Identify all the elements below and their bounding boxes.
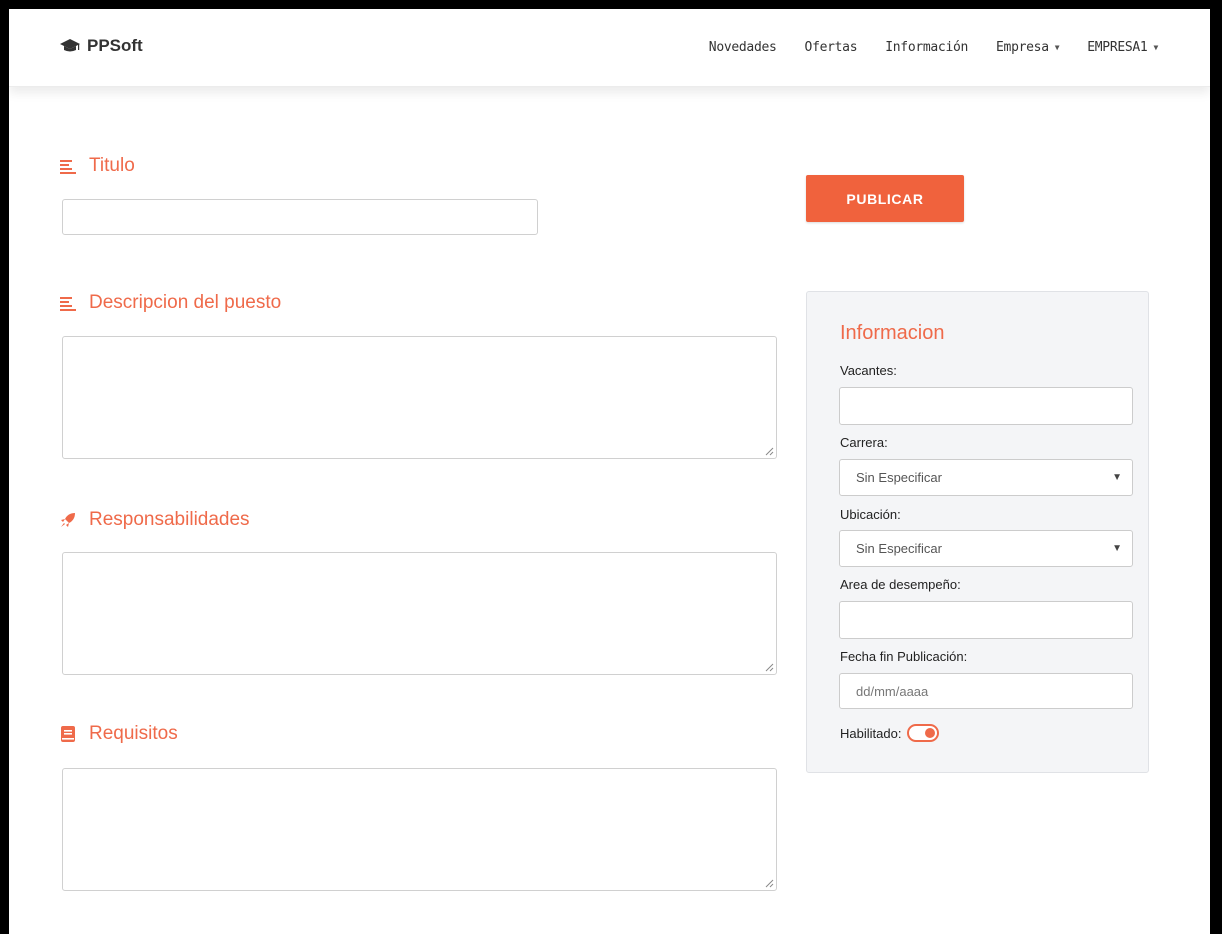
- fecha-placeholder: dd/mm/aaaa: [856, 683, 929, 699]
- align-left-icon: [60, 160, 76, 174]
- ubicacion-selected: Sin Especificar: [856, 541, 942, 556]
- caret-down-icon: ▼: [1153, 43, 1158, 52]
- publicar-button[interactable]: PUBLICAR: [806, 175, 964, 222]
- info-panel: Informacion Vacantes: Carrera: Sin Espec…: [806, 291, 1149, 773]
- descripcion-heading: Descripcion del puesto: [59, 292, 281, 314]
- titulo-input[interactable]: [62, 199, 538, 235]
- vacantes-label: Vacantes:: [840, 363, 897, 378]
- ubicacion-label: Ubicación:: [840, 507, 901, 522]
- nav-empresa-label: Empresa: [996, 40, 1049, 55]
- ubicacion-select[interactable]: Sin Especificar ▼: [839, 530, 1133, 567]
- habilitado-row: Habilitado:: [840, 724, 940, 742]
- descripcion-label: Descripcion del puesto: [89, 292, 282, 313]
- nav-links: Novedades Ofertas Información Empresa ▼ …: [681, 40, 1158, 55]
- dropdown-arrow-icon: ▼: [1112, 543, 1122, 554]
- navbar: PPSoft Novedades Ofertas Información Emp…: [9, 9, 1210, 87]
- nav-informacion[interactable]: Información: [885, 40, 968, 55]
- page-frame: PPSoft Novedades Ofertas Información Emp…: [9, 9, 1210, 934]
- brand[interactable]: PPSoft: [59, 36, 143, 56]
- brand-name: PPSoft: [87, 36, 143, 55]
- carrera-select[interactable]: Sin Especificar ▼: [839, 459, 1133, 496]
- graduation-cap-icon: [60, 39, 80, 52]
- requisitos-heading: Requisitos: [59, 723, 178, 745]
- book-icon: [61, 726, 75, 742]
- area-label: Area de desempeño:: [840, 577, 961, 592]
- dropdown-arrow-icon: ▼: [1112, 472, 1122, 483]
- carrera-label: Carrera:: [840, 435, 888, 450]
- titulo-heading: Titulo: [59, 155, 135, 177]
- resize-grip-icon[interactable]: [764, 446, 774, 456]
- requisitos-label: Requisitos: [89, 723, 178, 744]
- titulo-label: Titulo: [89, 155, 135, 176]
- caret-down-icon: ▼: [1054, 43, 1060, 52]
- info-panel-title: Informacion: [840, 322, 945, 344]
- descripcion-textarea[interactable]: [62, 336, 777, 459]
- resize-grip-icon[interactable]: [764, 662, 774, 672]
- habilitado-label: Habilitado:: [840, 725, 902, 741]
- nav-user-label: EMPRESA1: [1087, 40, 1148, 55]
- resize-grip-icon[interactable]: [764, 878, 774, 888]
- fecha-label: Fecha fin Publicación:: [840, 649, 968, 664]
- nav-ofertas-label: Ofertas: [804, 40, 858, 55]
- fecha-input[interactable]: dd/mm/aaaa: [839, 673, 1133, 709]
- responsabilidades-textarea[interactable]: [62, 552, 777, 675]
- nav-empresa-dropdown[interactable]: Empresa ▼: [996, 40, 1059, 55]
- carrera-selected: Sin Especificar: [856, 470, 942, 485]
- area-input[interactable]: [839, 601, 1133, 639]
- habilitado-toggle[interactable]: [907, 724, 940, 742]
- rocket-icon: [61, 513, 75, 527]
- nav-ofertas[interactable]: Ofertas: [805, 40, 858, 55]
- nav-novedades[interactable]: Novedades: [709, 40, 777, 55]
- nav-novedades-label: Novedades: [708, 40, 777, 55]
- nav-user-dropdown[interactable]: EMPRESA1 ▼: [1087, 40, 1158, 55]
- nav-informacion-label: Información: [885, 40, 969, 55]
- vacantes-input[interactable]: [839, 387, 1133, 425]
- toggle-knob: [925, 728, 936, 738]
- align-left-icon: [60, 297, 76, 311]
- requisitos-textarea[interactable]: [62, 768, 777, 891]
- responsabilidades-label: Responsabilidades: [89, 509, 250, 530]
- responsabilidades-heading: Responsabilidades: [59, 509, 250, 531]
